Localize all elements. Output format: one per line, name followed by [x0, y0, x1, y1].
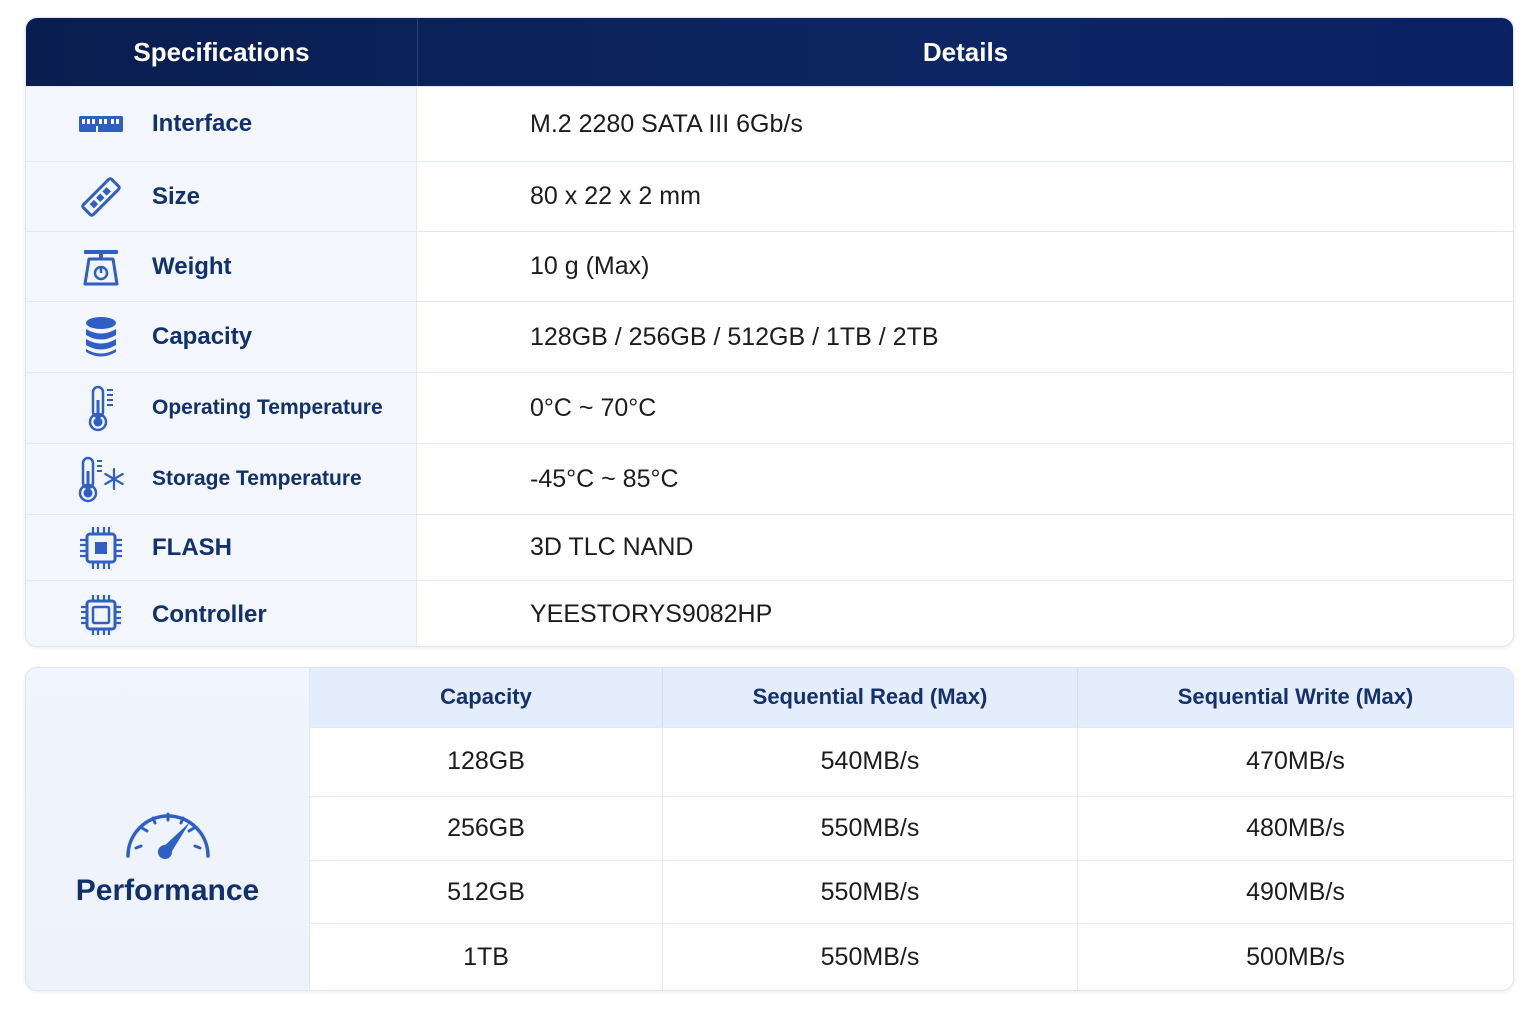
- sequential-read-column-header: Sequential Read (Max): [663, 668, 1078, 727]
- spec-row-flash: FLASH 3D TLC NAND: [26, 514, 1513, 580]
- m2-interface-icon: [75, 98, 127, 150]
- spec-label: Capacity: [152, 323, 253, 350]
- database-icon: [75, 311, 127, 363]
- thermometer-icon: [75, 382, 127, 434]
- performance-header-row: Capacity Sequential Read (Max) Sequentia…: [310, 668, 1513, 727]
- spec-value: -45°C ~ 85°C: [530, 464, 679, 493]
- spec-label: FLASH: [152, 533, 232, 561]
- spec-row-interface: Interface M.2 2280 SATA III 6Gb/s: [26, 86, 1513, 161]
- capacity-column-header: Capacity: [310, 668, 663, 727]
- table-row: 256GB 550MB/s 480MB/s: [310, 796, 1513, 860]
- spec-label: Weight: [152, 252, 232, 280]
- table-row: 1TB 550MB/s 500MB/s: [310, 923, 1513, 990]
- spec-value: 10 g (Max): [530, 252, 650, 280]
- spec-label: Size: [152, 182, 201, 210]
- write-speed-cell: 480MB/s: [1246, 813, 1345, 842]
- spec-value: M.2 2280 SATA III 6Gb/s: [530, 109, 803, 138]
- spec-row-storage-temperature: Storage Temperature -45°C ~ 85°C: [26, 443, 1513, 514]
- spec-label: Interface: [152, 110, 253, 137]
- write-speed-cell: 490MB/s: [1246, 877, 1345, 906]
- specifications-column-header: Specifications: [26, 18, 418, 86]
- performance-title: Performance: [75, 874, 260, 907]
- spec-row-controller: Controller YEESTORYS9082HP: [26, 580, 1513, 646]
- spec-label: Controller: [152, 600, 267, 628]
- read-speed-cell: 550MB/s: [663, 924, 1078, 990]
- thermometer-snowflake-icon: [75, 453, 127, 505]
- specifications-header: Specifications Details: [26, 18, 1513, 86]
- spec-value: 128GB / 256GB / 512GB / 1TB / 2TB: [530, 322, 939, 351]
- capacity-cell: 256GB: [310, 797, 663, 860]
- read-speed-cell: 550MB/s: [663, 797, 1078, 860]
- spec-label: Storage Temperature: [152, 467, 362, 490]
- scale-icon: [75, 241, 127, 293]
- details-column-header: Details: [922, 36, 1009, 67]
- spec-label: Operating Temperature: [152, 396, 383, 419]
- performance-table: Performance Capacity Sequential Read (Ma…: [25, 667, 1514, 991]
- spec-value: YEESTORYS9082HP: [530, 600, 773, 628]
- flash-chip-icon: [75, 522, 127, 574]
- spec-row-operating-temperature: Operating Temperature 0°C ~ 70°C: [26, 372, 1513, 443]
- spec-row-capacity: Capacity 128GB / 256GB / 512GB / 1TB / 2…: [26, 301, 1513, 372]
- write-speed-cell: 500MB/s: [1246, 942, 1345, 971]
- write-speed-cell: 470MB/s: [1246, 747, 1345, 776]
- performance-grid: Capacity Sequential Read (Max) Sequentia…: [310, 668, 1513, 990]
- read-speed-cell: 550MB/s: [663, 860, 1078, 924]
- read-speed-cell: 540MB/s: [663, 727, 1078, 797]
- capacity-cell: 512GB: [310, 860, 663, 924]
- spec-value: 3D TLC NAND: [530, 533, 694, 561]
- spec-row-size: Size 80 x 22 x 2 mm: [26, 161, 1513, 231]
- capacity-cell: 1TB: [310, 924, 663, 990]
- sequential-write-column-header: Sequential Write (Max): [1177, 684, 1414, 710]
- spec-value: 0°C ~ 70°C: [530, 393, 657, 422]
- table-row: 512GB 550MB/s 490MB/s: [310, 859, 1513, 924]
- table-row: 128GB 540MB/s 470MB/s: [310, 726, 1513, 797]
- specifications-table: Specifications Details Interface M.2 228…: [25, 17, 1514, 647]
- controller-chip-icon: [75, 589, 127, 641]
- performance-section: Performance: [26, 668, 310, 990]
- speedometer-icon: [120, 802, 216, 864]
- spec-row-weight: Weight 10 g (Max): [26, 231, 1513, 301]
- capacity-cell: 128GB: [310, 727, 663, 797]
- ssd-stick-icon: [75, 171, 127, 223]
- spec-value: 80 x 22 x 2 mm: [530, 182, 701, 210]
